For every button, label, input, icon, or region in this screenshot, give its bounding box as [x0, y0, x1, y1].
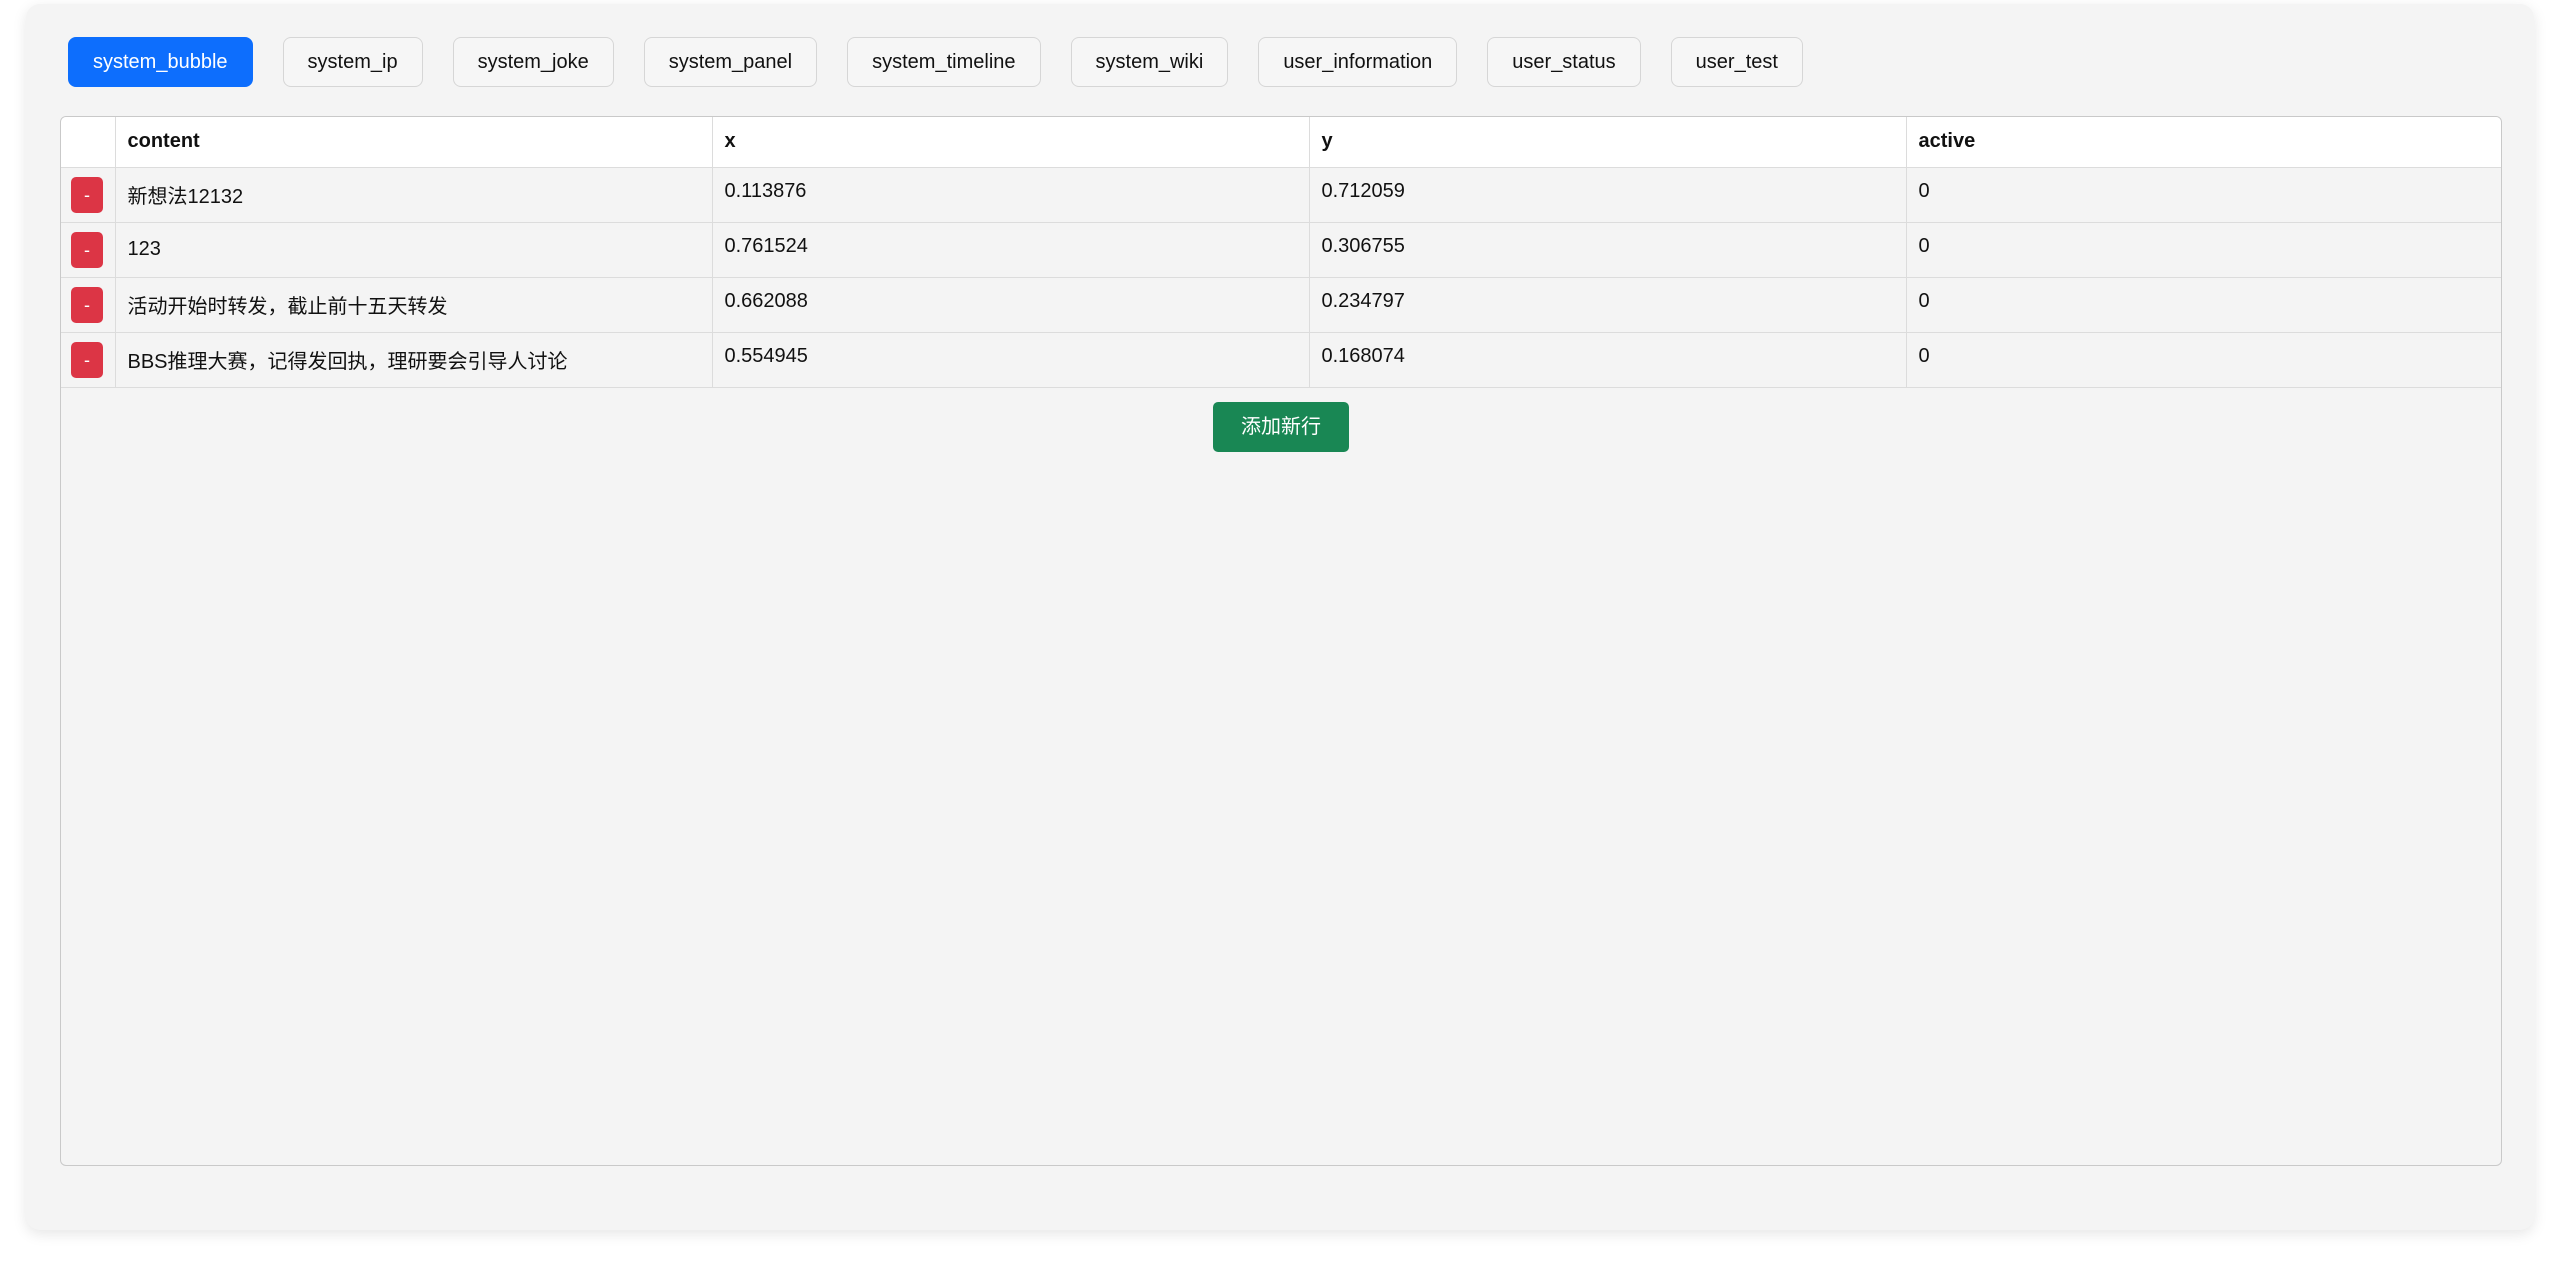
cell-y[interactable]: 0.234797	[1309, 277, 1907, 333]
tab-user-information[interactable]: user_information	[1258, 37, 1458, 87]
column-header-x: x	[712, 117, 1310, 168]
column-header-content: content	[115, 117, 713, 168]
table-row: - BBS推理大赛，记得发回执，理研要会引导人讨论 0.554945 0.168…	[61, 332, 2501, 388]
cell-active[interactable]: 0	[1906, 332, 2501, 388]
add-row-container: 添加新行	[61, 388, 2501, 452]
cell-y[interactable]: 0.712059	[1309, 167, 1907, 223]
cell-x[interactable]: 0.113876	[712, 167, 1310, 223]
tab-system-wiki[interactable]: system_wiki	[1070, 37, 1229, 87]
cell-active[interactable]: 0	[1906, 277, 2501, 333]
cell-active[interactable]: 0	[1906, 222, 2501, 278]
cell-content[interactable]: BBS推理大赛，记得发回执，理研要会引导人讨论	[115, 332, 713, 388]
delete-row-button[interactable]: -	[71, 176, 103, 213]
cell-content[interactable]: 123	[115, 222, 713, 278]
tab-system-ip[interactable]: system_ip	[282, 37, 423, 87]
delete-row-button[interactable]: -	[71, 231, 103, 268]
table-row: - 活动开始时转发，截止前十五天转发 0.662088 0.234797 0	[61, 277, 2501, 333]
tab-user-test[interactable]: user_test	[1670, 37, 1803, 87]
cell-content[interactable]: 活动开始时转发，截止前十五天转发	[115, 277, 713, 333]
cell-y[interactable]: 0.168074	[1309, 332, 1907, 388]
column-header-active: active	[1906, 117, 2501, 168]
delete-row-button[interactable]: -	[71, 286, 103, 323]
table-row: - 123 0.761524 0.306755 0	[61, 222, 2501, 278]
cell-y[interactable]: 0.306755	[1309, 222, 1907, 278]
add-row-button[interactable]: 添加新行	[1213, 401, 1349, 452]
cell-content[interactable]: 新想法12132	[115, 167, 713, 223]
table-row: - 新想法12132 0.113876 0.712059 0	[61, 167, 2501, 223]
tab-system-bubble[interactable]: system_bubble	[68, 37, 253, 87]
row-action-cell: -	[61, 222, 116, 278]
tab-system-timeline[interactable]: system_timeline	[847, 37, 1041, 87]
cell-x[interactable]: 0.662088	[712, 277, 1310, 333]
column-header-actions	[61, 117, 116, 168]
table-tabs: system_bubble system_ip system_joke syst…	[68, 37, 1803, 87]
row-action-cell: -	[61, 277, 116, 333]
tab-system-panel[interactable]: system_panel	[643, 37, 818, 87]
row-action-cell: -	[61, 332, 116, 388]
data-table: content x y active - 新想法12132 0.113876 0…	[61, 117, 2501, 388]
main-panel: system_bubble system_ip system_joke syst…	[26, 4, 2534, 1230]
row-action-cell: -	[61, 167, 116, 223]
table-header-row: content x y active	[61, 117, 2501, 168]
delete-row-button[interactable]: -	[71, 341, 103, 378]
data-table-container: content x y active - 新想法12132 0.113876 0…	[60, 116, 2502, 1166]
tab-system-joke[interactable]: system_joke	[452, 37, 614, 87]
cell-active[interactable]: 0	[1906, 167, 2501, 223]
column-header-y: y	[1309, 117, 1907, 168]
cell-x[interactable]: 0.554945	[712, 332, 1310, 388]
cell-x[interactable]: 0.761524	[712, 222, 1310, 278]
tab-user-status[interactable]: user_status	[1487, 37, 1641, 87]
